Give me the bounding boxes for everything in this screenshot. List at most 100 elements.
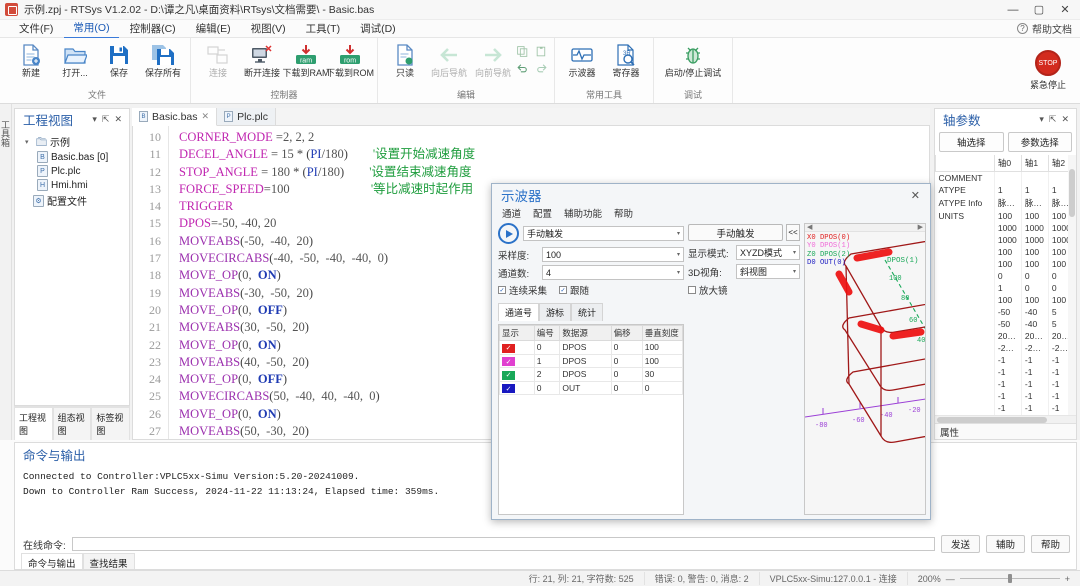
oscilloscope-close-button[interactable]: ✕ [905, 189, 926, 202]
table-row[interactable]: -1 -1 -1 [935, 378, 1076, 390]
osc-menu-aux[interactable]: 辅助功能 [564, 206, 602, 220]
channel-source[interactable]: DPOS [559, 353, 612, 368]
axis-param-value[interactable]: 100 [994, 294, 1022, 306]
channel-scale[interactable]: 100 [641, 353, 684, 368]
table-row[interactable]: 1000 1000 1000 [935, 222, 1076, 234]
help-doc-link[interactable]: ? 帮助文档 [1017, 21, 1080, 36]
axis-param-value[interactable] [1021, 171, 1049, 184]
project-panel-pin-button[interactable]: ⇱ [102, 114, 110, 125]
follow-checkbox[interactable]: ✓ 跟随 [559, 283, 589, 297]
osc-menu-channel[interactable]: 通道 [502, 206, 521, 220]
emergency-stop-button[interactable]: STOP 紧急停止 [1030, 50, 1066, 91]
nav-back-button[interactable]: 向后导航 [428, 41, 470, 80]
axis-param-value[interactable]: 200000000 [994, 330, 1022, 342]
channel-table-header[interactable]: 数据源 [559, 325, 612, 341]
assist-button[interactable]: 辅助 [985, 535, 1025, 553]
channel-table-header[interactable]: 垂直刻度 [641, 325, 684, 341]
table-row[interactable]: 100 [935, 282, 1076, 294]
axis-param-value[interactable]: -200000000 [1021, 342, 1049, 354]
axis-param-value[interactable]: -1 [1021, 366, 1049, 378]
nav-forward-button[interactable]: 向前导航 [472, 41, 514, 80]
download-ram-button[interactable]: ram 下载到RAM [283, 41, 330, 80]
axis-param-value[interactable]: -200000000 [994, 342, 1022, 354]
axis-param-value[interactable]: 100 [1021, 246, 1049, 258]
code-line[interactable]: DECEL_ANGLE = 15 * (PI/180) '设置开始减速角度 [179, 146, 929, 163]
tab-cursor[interactable]: 游标 [539, 303, 572, 321]
table-row[interactable]: -1 -1 -1 [935, 402, 1076, 414]
channel-table-header[interactable]: 编号 [533, 325, 561, 341]
scroll-right-icon[interactable]: ▶ [918, 224, 923, 231]
channel-id[interactable]: 1 [533, 353, 561, 368]
toolbox-strip[interactable]: 工具箱 [0, 104, 12, 440]
axis-param-value[interactable]: -1 [1021, 390, 1049, 402]
axis-param-value[interactable]: -50 [994, 306, 1022, 318]
tab-config-view[interactable]: 组态视图 [52, 407, 92, 440]
channel-scale[interactable]: 30 [641, 367, 684, 382]
zoom-out-button[interactable]: — [946, 574, 955, 584]
undo-icon[interactable] [516, 61, 529, 74]
paste-icon[interactable] [535, 45, 548, 58]
table-row[interactable]: 100 100 100 [935, 246, 1076, 258]
osc-menu-config[interactable]: 配置 [533, 206, 552, 220]
table-row[interactable]: COMMENT [935, 171, 1076, 184]
code-line[interactable]: STOP_ANGLE = 180 * (PI/180) '设置结束减速角度 [179, 164, 929, 181]
axis-param-value[interactable]: 1 [994, 184, 1022, 196]
axis-table-vscrollbar[interactable] [1068, 155, 1076, 415]
channel-offset[interactable]: 0 [610, 340, 643, 355]
channel-scale[interactable]: 0 [641, 380, 684, 395]
axis-param-value[interactable]: 0 [1021, 282, 1049, 294]
tree-node-plc[interactable]: P Plc.plc [17, 164, 127, 178]
axis-table-header[interactable] [935, 155, 995, 172]
axis-table-header[interactable]: 轴1 [1020, 155, 1049, 172]
tree-node-hmi[interactable]: H Hmi.hmi [17, 178, 127, 192]
new-file-button[interactable]: 新建 [10, 41, 52, 80]
zoom-in-button[interactable]: + [1065, 574, 1070, 584]
open-file-button[interactable]: 打开... [54, 41, 96, 80]
axis-param-value[interactable]: 1 [1021, 184, 1049, 196]
axis-param-value[interactable]: 0 [1021, 270, 1049, 282]
table-row[interactable]: 1000 1000 1000 [935, 234, 1076, 246]
channel-show-toggle[interactable]: ✓ [499, 353, 535, 368]
scroll-left-icon[interactable]: ◀ [807, 224, 812, 231]
channel-scale[interactable]: 100 [641, 340, 684, 355]
connect-button[interactable]: 连接 [197, 41, 239, 80]
table-row[interactable]: -1 -1 -1 [935, 366, 1076, 378]
project-panel-close-button[interactable]: ✕ [114, 114, 122, 125]
table-row[interactable]: 100 100 100 [935, 258, 1076, 270]
axis-param-value[interactable]: 1 [994, 282, 1022, 294]
copy-icon[interactable] [516, 45, 529, 58]
table-row[interactable]: ✓ 1 DPOS 0 100 [499, 353, 684, 368]
download-rom-button[interactable]: rom 下载到ROM [326, 41, 374, 80]
table-row[interactable]: ✓ 0 DPOS 0 100 [499, 340, 684, 355]
sample-rate-select[interactable]: 100 ▾ [542, 247, 684, 262]
channel-source[interactable]: DPOS [559, 340, 612, 355]
axis-param-value[interactable]: 100 [1021, 258, 1049, 270]
axis-param-value[interactable]: 100 [994, 246, 1022, 258]
tab-channel-number[interactable]: 通道号 [498, 303, 540, 321]
editor-tab-close-icon[interactable]: ✕ [202, 111, 210, 122]
table-row[interactable]: -50 -40 5 [935, 306, 1076, 318]
save-button[interactable]: 保存 [98, 41, 140, 80]
axis-param-value[interactable]: -1 [1021, 378, 1049, 390]
table-row[interactable]: -200000000-200000000-200000000 [935, 342, 1076, 354]
menu-view[interactable]: 视图(V) [242, 19, 295, 38]
axis-param-value[interactable]: -40 [1021, 306, 1049, 318]
axis-param-table[interactable]: 轴0轴1轴2COMMENTATYPE111ATYPE Info脉冲方向方…脉冲方… [935, 155, 1076, 415]
menu-file[interactable]: 文件(F) [10, 19, 62, 38]
tree-node-basic-bas[interactable]: B Basic.bas [0] [17, 150, 127, 164]
debug-toggle-button[interactable]: 启动/停止调试 [660, 41, 726, 80]
table-row[interactable]: ATYPE Info脉冲方向方…脉冲方向方…脉冲方向方… [935, 196, 1076, 210]
axis-table-hscrollbar[interactable] [935, 415, 1076, 423]
oscilloscope-plot[interactable]: ◀ ▶ X0 DPOS(0)Min: -50.00 Max: 50.00 Sca… [804, 223, 926, 515]
minimize-button[interactable]: — [1000, 0, 1026, 20]
channel-show-toggle[interactable]: ✓ [499, 380, 535, 395]
table-row[interactable]: UNITS 100 100 100 [935, 210, 1076, 222]
zoom-slider-knob[interactable] [1007, 574, 1012, 583]
register-button[interactable]: 3R 寄存器 [605, 41, 647, 80]
axis-param-value[interactable]: 1000 [1021, 234, 1049, 246]
tab-command-output[interactable]: 命令与输出 [21, 553, 83, 570]
tab-find-results[interactable]: 查找结果 [82, 553, 135, 570]
code-line[interactable]: CORNER_MODE =2, 2, 2 [179, 129, 929, 146]
axis-param-value[interactable]: -1 [994, 390, 1022, 402]
display-mode-select[interactable]: XYZD模式 ▾ [736, 245, 800, 260]
